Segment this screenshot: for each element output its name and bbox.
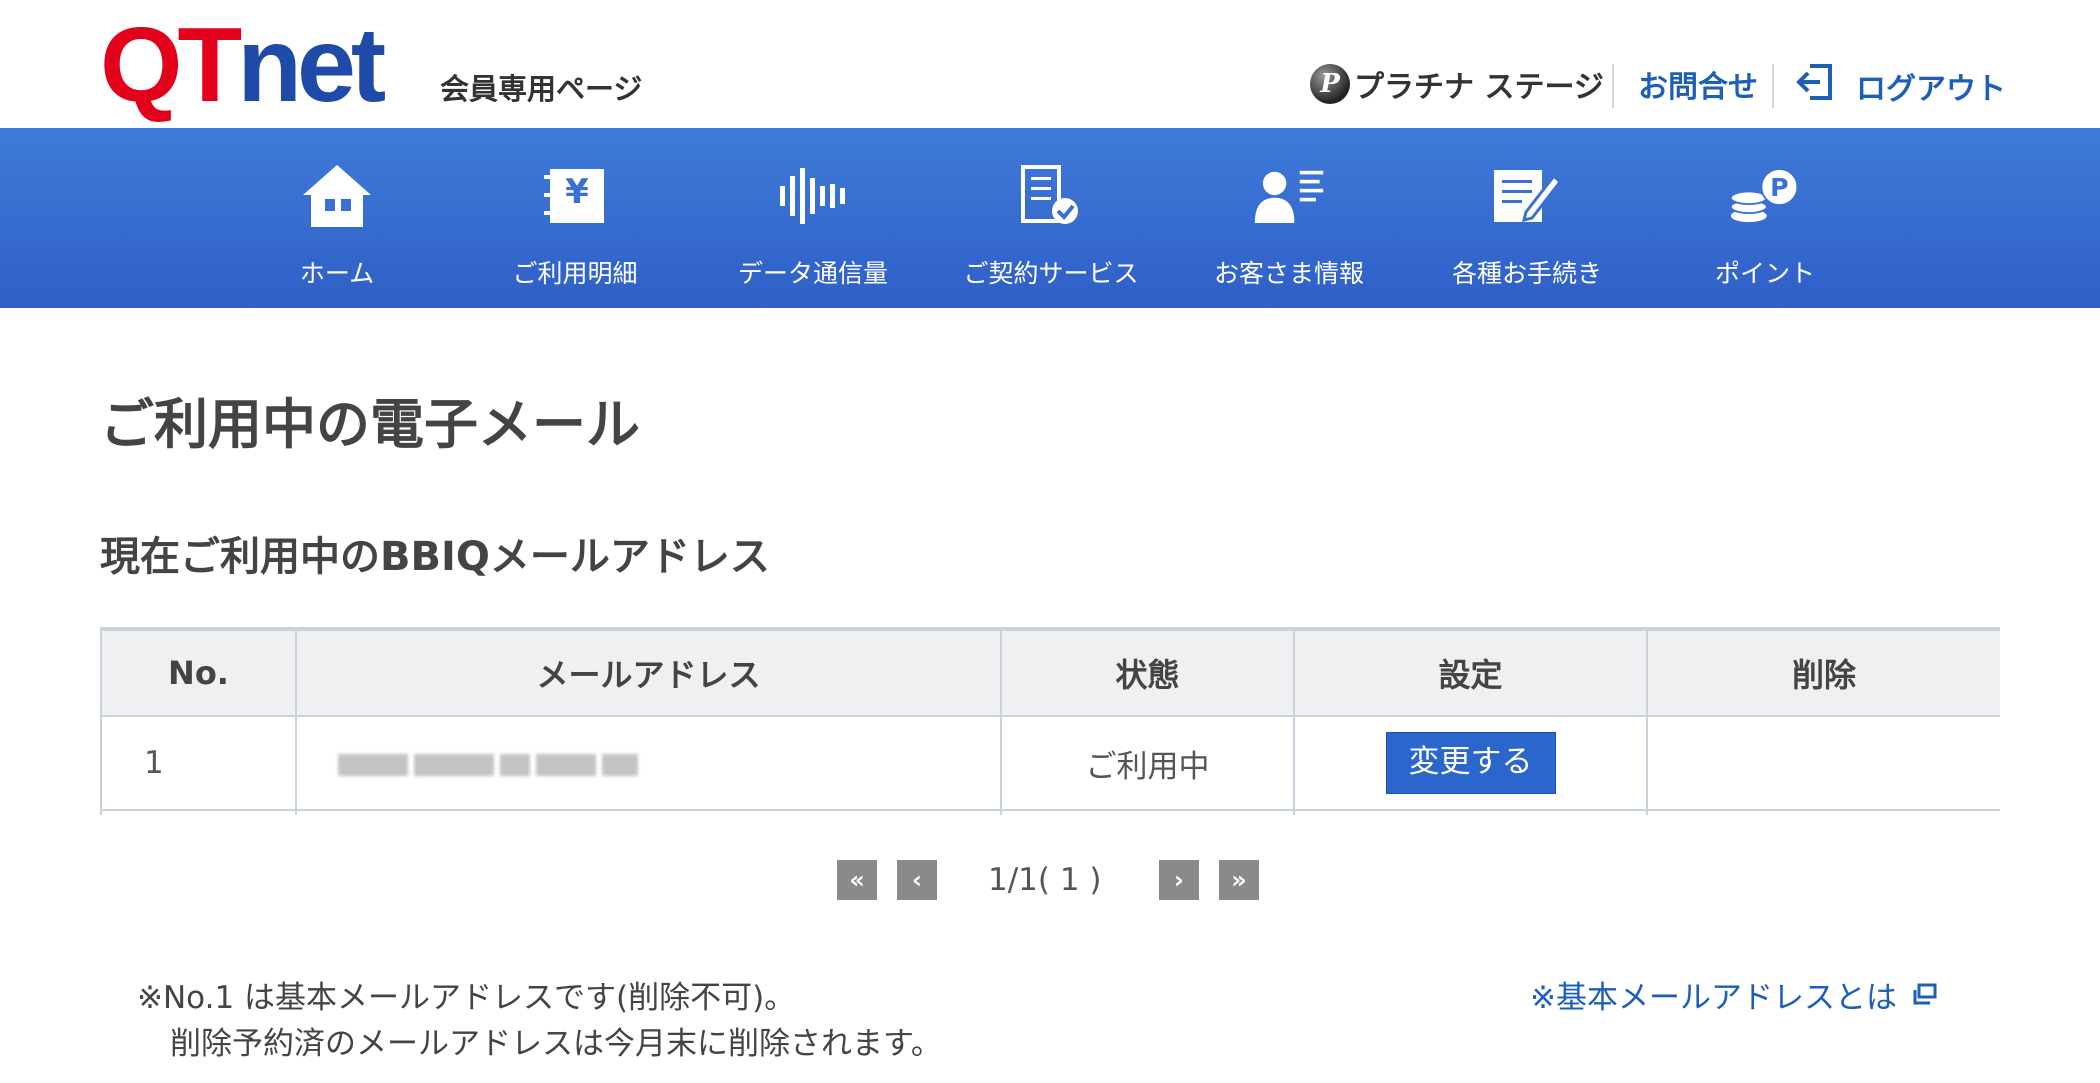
nav-label: ポイント	[1714, 259, 1815, 288]
table-header-row: No. メールアドレス 状態 設定 削除	[100, 627, 2000, 717]
email-address-table: No. メールアドレス 状態 設定 削除 1 ご利用中 変更する	[100, 627, 2000, 815]
nav-item-points[interactable]: P ポイント	[1646, 128, 1884, 308]
platinum-stage-indicator: P プラチナ ステージ	[1310, 62, 1604, 106]
nav-item-home[interactable]: ホーム	[218, 128, 456, 308]
section-title: 現在ご利用中のBBIQメールアドレス	[100, 534, 770, 580]
home-icon	[301, 160, 373, 232]
page-title: ご利用中の電子メール	[100, 393, 640, 456]
nav-label: お客さま情報	[1213, 259, 1364, 288]
sound-wave-icon	[777, 160, 849, 232]
document-edit-icon	[1491, 160, 1563, 232]
nav-item-customer-info[interactable]: お客さま情報	[1170, 128, 1408, 308]
nav-item-contract-services[interactable]: ご契約サービス	[932, 128, 1170, 308]
col-header-email: メールアドレス	[295, 627, 1002, 717]
prev-page-button[interactable]: ‹	[897, 860, 937, 900]
qtnet-logo[interactable]: QTnet	[100, 12, 386, 118]
header-divider	[1772, 64, 1774, 108]
change-button[interactable]: 変更する	[1385, 732, 1556, 794]
next-page-button[interactable]: ›	[1159, 860, 1199, 900]
email-table-container: No. メールアドレス 状態 設定 削除 1 ご利用中 変更する	[100, 627, 2000, 815]
nav-item-data-usage[interactable]: データ通信量	[694, 128, 932, 308]
logout-label: ログアウト	[1856, 72, 2006, 107]
main-nav: ホーム ¥ ご利用明細 データ通信量 ご契約サービス お客さま情報 各種お手続き…	[0, 128, 2100, 308]
stage-label: プラチナ ステージ	[1354, 70, 1604, 105]
points-coins-icon: P	[1729, 160, 1801, 232]
nav-label: データ通信量	[737, 259, 888, 288]
svg-text:¥: ¥	[565, 172, 589, 212]
contract-check-icon	[1015, 160, 1087, 232]
platinum-badge-icon: P	[1310, 64, 1350, 104]
basic-address-info-link[interactable]: ※基本メールアドレスとは	[1530, 972, 1937, 1017]
basic-address-info-label: ※基本メールアドレスとは	[1530, 980, 1897, 1016]
nav-label: 各種お手続き	[1451, 259, 1602, 288]
table-row: 1 ご利用中 変更する	[100, 715, 2000, 811]
last-page-button[interactable]: »	[1219, 860, 1259, 900]
cell-no: 1	[100, 715, 297, 811]
yen-statement-icon: ¥	[539, 160, 611, 232]
nav-label: ご契約サービス	[963, 259, 1139, 288]
nav-item-procedures[interactable]: 各種お手続き	[1408, 128, 1646, 308]
first-page-button[interactable]: «	[837, 860, 877, 900]
external-window-icon	[1913, 977, 1937, 1013]
logout-icon	[1796, 62, 1836, 110]
col-header-status: 状態	[1000, 627, 1295, 717]
redacted-email	[338, 746, 644, 782]
member-page-label: 会員専用ページ	[440, 72, 643, 106]
col-header-settings: 設定	[1293, 627, 1648, 717]
col-header-delete: 削除	[1646, 627, 2000, 717]
cell-delete	[1646, 715, 2000, 811]
inquiry-link[interactable]: お問合せ	[1638, 62, 1758, 106]
svg-text:P: P	[1770, 173, 1788, 202]
logout-link[interactable]: ログアウト	[1796, 62, 2006, 110]
logo-t: T	[177, 6, 242, 124]
customer-profile-icon	[1253, 160, 1325, 232]
nav-item-usage-statement[interactable]: ¥ ご利用明細	[456, 128, 694, 308]
col-header-no: No.	[100, 627, 297, 717]
note-deletion-schedule: 削除予約済のメールアドレスは今月末に削除されます。	[170, 1026, 942, 1062]
table-row	[100, 809, 2000, 815]
note-basic-address: ※No.1 は基本メールアドレスです(削除不可)。	[137, 980, 796, 1016]
cell-email	[295, 715, 1002, 811]
page-indicator: 1/1( 1 )	[988, 862, 1102, 898]
nav-label: ご利用明細	[512, 259, 638, 288]
nav-label: ホーム	[299, 259, 375, 288]
header-divider	[1612, 64, 1614, 108]
logo-q: Q	[100, 6, 182, 124]
cell-status: ご利用中	[1000, 715, 1295, 811]
logo-net: net	[237, 6, 386, 124]
cell-settings: 変更する	[1293, 715, 1648, 811]
